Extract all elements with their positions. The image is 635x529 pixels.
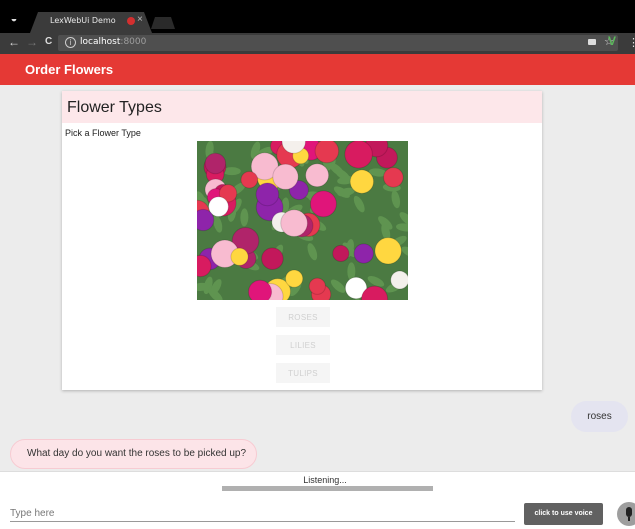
mic-tooltip: click to use voice (524, 503, 603, 525)
back-icon[interactable]: ← (8, 35, 20, 49)
card-button-lilies[interactable]: LILIES (276, 335, 330, 355)
reload-icon[interactable]: C (45, 36, 52, 47)
response-card: Flower Types Pick a Flower Type ROSES LI… (62, 91, 542, 390)
input-toolbar: Listening... click to use voice (0, 471, 635, 529)
incognito-icon: ◒ (10, 13, 18, 25)
app-toolbar: Order Flowers (0, 54, 635, 85)
forward-icon[interactable]: → (26, 35, 38, 49)
progress-fill (222, 486, 433, 491)
info-icon[interactable]: i (65, 37, 76, 48)
address-bar[interactable]: i localhost:8000 ☆ (58, 35, 618, 51)
browser-tabstrip: ◒ LexWebUi Demo × (0, 0, 635, 33)
browser-tab[interactable]: LexWebUi Demo × (30, 12, 152, 33)
card-button-tulips[interactable]: TULIPS (276, 363, 330, 383)
url-text: localhost:8000 (80, 37, 147, 47)
extension-icon[interactable]: V (608, 34, 616, 48)
human-message: roses (571, 401, 628, 432)
message-input[interactable] (10, 506, 515, 522)
status-text: Listening... (303, 475, 347, 485)
camera-icon[interactable] (588, 39, 596, 45)
card-button-roses[interactable]: ROSES (276, 307, 330, 327)
microphone-icon (626, 507, 632, 517)
flower-image (197, 141, 408, 300)
card-subtitle: Pick a Flower Type (65, 128, 141, 138)
recording-icon (127, 17, 135, 25)
new-tab-button[interactable] (151, 17, 175, 29)
microphone-stand (628, 517, 630, 521)
tab-close-icon[interactable]: × (137, 14, 143, 25)
bot-message: What day do you want the roses to be pic… (10, 439, 257, 469)
card-title: Flower Types (62, 91, 542, 123)
tab-title: LexWebUi Demo (50, 16, 116, 25)
browser-menu-icon[interactable]: ⋮ (628, 36, 635, 49)
mic-button[interactable] (617, 502, 635, 526)
listening-progress-bar (222, 486, 433, 491)
browser-toolbar: ← → C i localhost:8000 ☆ (0, 33, 635, 54)
app-title: Order Flowers (25, 62, 114, 77)
